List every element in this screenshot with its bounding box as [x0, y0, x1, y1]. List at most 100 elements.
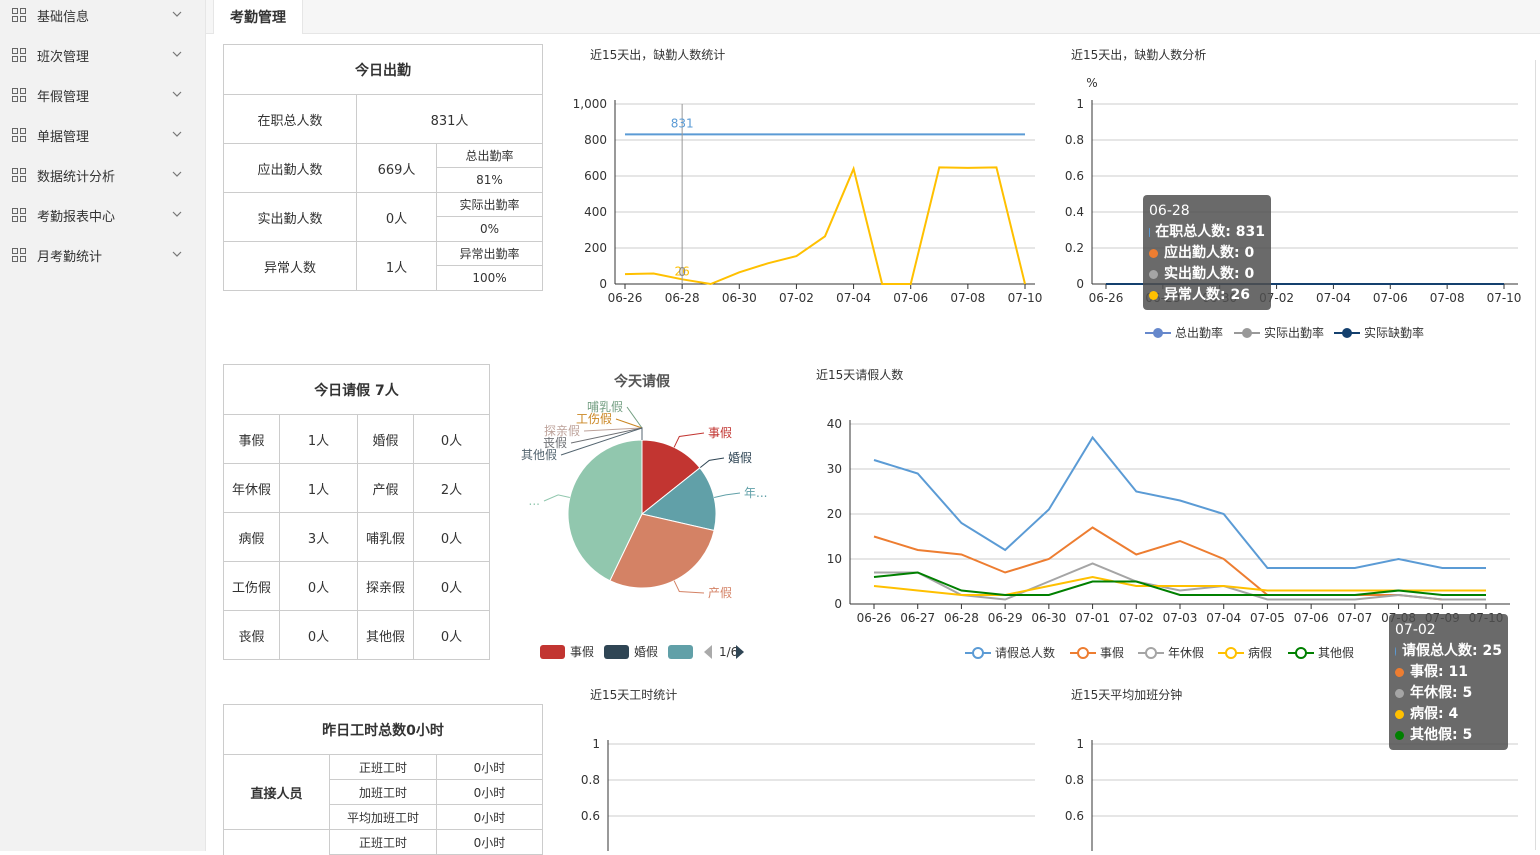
legend-label: 实际缺勤率 [1364, 325, 1424, 340]
legend-item[interactable]: 实际出勤率 [1234, 325, 1324, 340]
legend-item[interactable]: 其他假 [1288, 646, 1354, 660]
legend-item[interactable]: 事假 [540, 645, 594, 659]
x-tick-label: 07-02 [779, 291, 814, 305]
leave-trend-chart: 01020304006-2606-2706-2806-2906-3007-010… [810, 410, 1520, 670]
hours-value: 0小时 [437, 755, 543, 780]
pie-label: 婚假 [728, 451, 752, 465]
x-tick-label: 06-30 [1202, 291, 1237, 305]
leave-table: 今日请假 7人 事假 1人 婚假 0人 年休假 1人 产假 2人 病假 3人 哺… [223, 364, 490, 660]
tab-attendance-management[interactable]: 考勤管理 [213, 0, 303, 34]
series-line [874, 438, 1486, 569]
legend-label: 总出勤率 [1175, 325, 1223, 340]
leave-value: 0人 [280, 611, 358, 660]
leave-pie-chart: 今天请假事假婚假年...产假...哺乳假工伤假探亲假丧假其他假事假婚假1/6 [500, 365, 800, 675]
legend-item[interactable]: 事假 [1070, 646, 1124, 660]
y-tick-label: 200 [584, 241, 607, 255]
y-tick-label: 30 [827, 462, 842, 476]
y-tick-label: 1,000 [573, 97, 607, 111]
attendance-rate-label-actual: 实际出勤率 [437, 193, 543, 217]
sidebar-item[interactable]: 班次管理 [0, 35, 205, 75]
x-tick-label: 07-04 [836, 291, 871, 305]
grid-icon [12, 168, 26, 182]
x-tick-label: 07-06 [1373, 291, 1408, 305]
chevron-down-icon [171, 48, 183, 60]
series-line [874, 573, 1486, 596]
legend-item[interactable]: 请假总人数 [965, 645, 1055, 660]
legend-next-icon[interactable] [736, 645, 744, 659]
pie-label: 其他假 [521, 448, 557, 462]
sidebar-item[interactable]: 数据统计分析 [0, 155, 205, 195]
y-tick-label: 600 [584, 169, 607, 183]
x-tick-label: 07-10 [1008, 291, 1043, 305]
legend-item[interactable]: 实际缺勤率 [1334, 325, 1424, 340]
x-tick-label: 07-04 [1316, 291, 1351, 305]
leave-value: 2人 [414, 464, 490, 513]
y-tick-label: 40 [827, 417, 842, 431]
leave-value: 0人 [414, 513, 490, 562]
hours-title: 昨日工时总数0小时 [224, 705, 543, 755]
grid-icon [12, 248, 26, 262]
x-tick-label: 07-01 [1075, 611, 1110, 625]
chevron-down-icon [171, 88, 183, 100]
attendance-label-expected: 应出勤人数 [224, 144, 357, 193]
x-tick-label: 06-26 [1089, 291, 1124, 305]
sidebar-item-label: 基础信息 [37, 6, 89, 25]
attendance-label-total: 在职总人数 [224, 95, 357, 144]
y-tick-label: 1 [1076, 737, 1084, 751]
scrollbar-edge[interactable] [1535, 60, 1540, 850]
leave-title: 今日请假 7人 [224, 365, 490, 415]
sidebar-item[interactable]: 单据管理 [0, 115, 205, 155]
pie-label-line [544, 495, 570, 501]
pie-label-line [714, 493, 740, 498]
pie-title: 今天请假 [613, 373, 671, 390]
x-tick-label: 06-26 [608, 291, 643, 305]
legend-item[interactable]: 年休假 [1138, 646, 1204, 660]
hours-value: 0小时 [437, 805, 543, 830]
legend-item[interactable]: 病假 [1218, 645, 1272, 660]
y-tick-label: 0.8 [1065, 133, 1084, 147]
attendance-rate-label-abnormal: 异常出勤率 [437, 242, 543, 266]
chart-title: 近15天请假人数 [816, 366, 903, 383]
x-tick-label: 07-02 [1119, 611, 1154, 625]
work-hours-chart: 0.60.81 [555, 730, 1055, 851]
sidebar-item[interactable]: 考勤报表中心 [0, 195, 205, 235]
x-tick-label: 06-28 [944, 611, 979, 625]
attendance-rate-expected: 81% [437, 168, 543, 193]
x-tick-label: 07-03 [1163, 611, 1198, 625]
x-tick-label: 07-06 [1294, 611, 1329, 625]
attendance-title: 今日出勤 [224, 45, 543, 95]
grid-icon [12, 128, 26, 142]
x-tick-label: 06-26 [857, 611, 892, 625]
legend-item[interactable]: 婚假 [604, 645, 658, 659]
hours-group-label: 直接人员 [224, 755, 330, 830]
y-tick-label: 0.8 [1065, 773, 1084, 787]
y-tick-label: 1 [592, 737, 600, 751]
sidebar-item-label: 数据统计分析 [37, 166, 115, 185]
legend-item[interactable] [668, 645, 693, 659]
attendance-rate-abnormal: 100% [437, 266, 543, 291]
y-tick-label: 400 [584, 205, 607, 219]
tab-bar: 考勤管理 [206, 0, 1540, 34]
leave-label: 其他假 [358, 611, 414, 660]
legend-item[interactable]: 总出勤率 [1145, 325, 1223, 340]
leave-value: 3人 [280, 513, 358, 562]
grid-icon [12, 208, 26, 222]
legend-label: 年休假 [1168, 646, 1204, 660]
x-tick-label: 07-10 [1487, 291, 1522, 305]
hours-label: 正班工时 [330, 755, 437, 780]
sidebar-item[interactable]: 年假管理 [0, 75, 205, 115]
x-tick-label: 07-08 [1381, 611, 1416, 625]
x-tick-label: 06-27 [900, 611, 935, 625]
pie-label: 年... [744, 486, 767, 500]
chart-title: 近15天出，缺勤人数统计 [590, 46, 725, 63]
legend-label: 事假 [1100, 646, 1124, 660]
sidebar-item-label: 单据管理 [37, 126, 89, 145]
legend-label: 婚假 [634, 645, 658, 659]
legend-label: 其他假 [1318, 646, 1354, 660]
legend-label: 请假总人数 [995, 645, 1055, 660]
legend-prev-icon[interactable] [704, 645, 712, 659]
leave-value: 1人 [280, 415, 358, 464]
sidebar-item[interactable]: 基础信息 [0, 0, 205, 35]
attendance-value-expected: 669人 [357, 144, 437, 193]
sidebar-item[interactable]: 月考勤统计 [0, 235, 205, 275]
